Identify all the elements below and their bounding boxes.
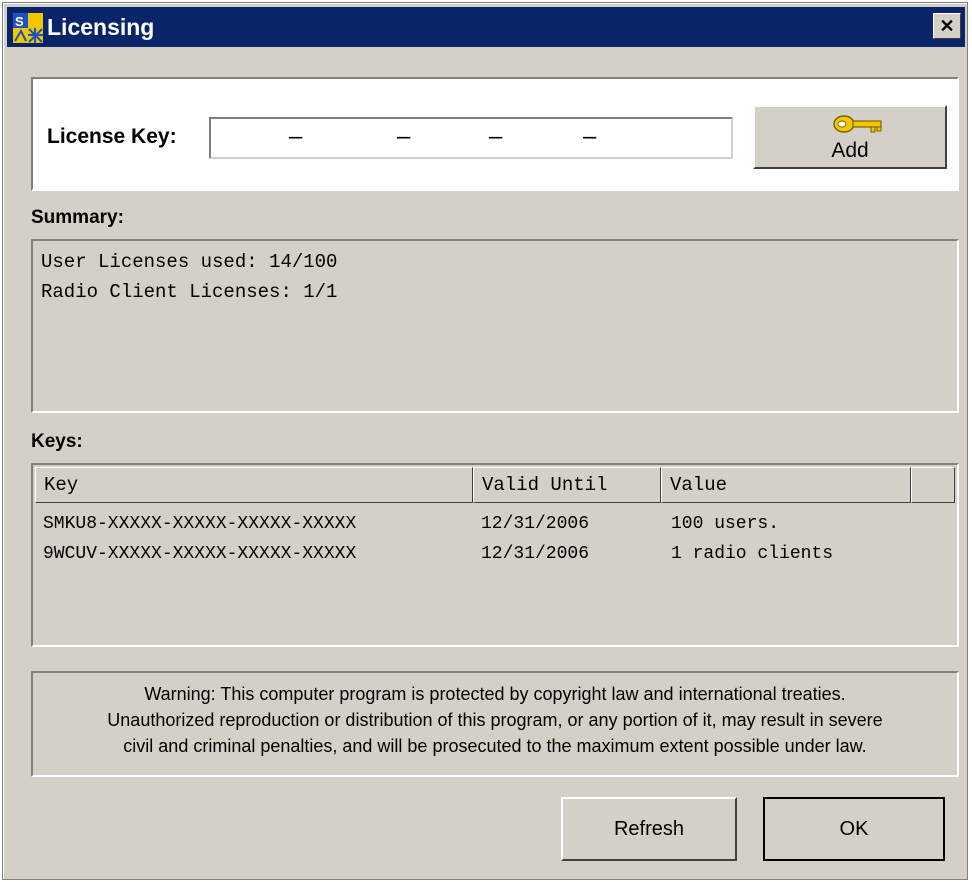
key-separator: – <box>289 123 303 150</box>
key-cell: 9WCUV-XXXXX-XXXXX-XXXXX-XXXXX <box>43 544 357 564</box>
refresh-button[interactable]: Refresh <box>561 797 737 861</box>
column-header-value[interactable]: Value <box>661 467 911 503</box>
warning-line: civil and criminal penalties, and will b… <box>123 736 867 756</box>
close-icon: ✕ <box>939 16 955 36</box>
keys-label: Keys: <box>31 431 83 452</box>
summary-box: User Licenses used: 14/100 Radio Client … <box>31 239 959 413</box>
summary-line: User Licenses used: 14/100 <box>41 251 338 273</box>
table-row[interactable]: SMKU8-XXXXX-XXXXX-XXXXX-XXXXX 12/31/2006… <box>35 509 955 539</box>
key-separator: – <box>397 123 411 150</box>
license-key-label: License Key: <box>47 125 177 148</box>
title-bar[interactable]: S Licensing ✕ <box>7 7 965 47</box>
key-separator: – <box>489 123 503 150</box>
window-title: Licensing <box>47 14 155 40</box>
column-header-valid-until[interactable]: Valid Until <box>473 467 661 503</box>
value-cell: 100 users. <box>671 514 780 534</box>
ok-button[interactable]: OK <box>763 797 945 861</box>
close-button[interactable]: ✕ <box>933 13 961 39</box>
valid-until-cell: 12/31/2006 <box>481 544 590 564</box>
add-button[interactable]: Add <box>753 105 947 169</box>
warning-line: Unauthorized reproduction or distributio… <box>107 710 883 730</box>
add-button-label: Add <box>831 139 869 162</box>
summary-label: Summary: <box>31 207 124 228</box>
key-cell: SMKU8-XXXXX-XXXXX-XXXXX-XXXXX <box>43 514 357 534</box>
summary-line: Radio Client Licenses: 1/1 <box>41 281 338 303</box>
value-cell: 1 radio clients <box>671 544 834 564</box>
key-separator: – <box>583 123 597 150</box>
key-icon <box>833 115 882 133</box>
column-header-key[interactable]: Key <box>35 467 473 503</box>
licensing-window: S Licensing ✕ License Key: – – – – Add S… <box>2 2 968 880</box>
valid-until-cell: 12/31/2006 <box>481 514 590 534</box>
license-key-field[interactable]: – – – – <box>209 117 733 159</box>
app-icon: S <box>13 13 43 43</box>
copyright-warning: Warning: This computer program is protec… <box>31 671 959 777</box>
column-header-filler <box>911 467 955 503</box>
table-row[interactable]: 9WCUV-XXXXX-XXXXX-XXXXX-XXXXX 12/31/2006… <box>35 539 955 569</box>
keys-list[interactable]: Key Valid Until Value SMKU8-XXXXX-XXXXX-… <box>31 463 959 647</box>
svg-text:S: S <box>15 14 24 29</box>
warning-line: Warning: This computer program is protec… <box>144 684 846 704</box>
license-key-panel: License Key: – – – – Add <box>31 77 959 191</box>
